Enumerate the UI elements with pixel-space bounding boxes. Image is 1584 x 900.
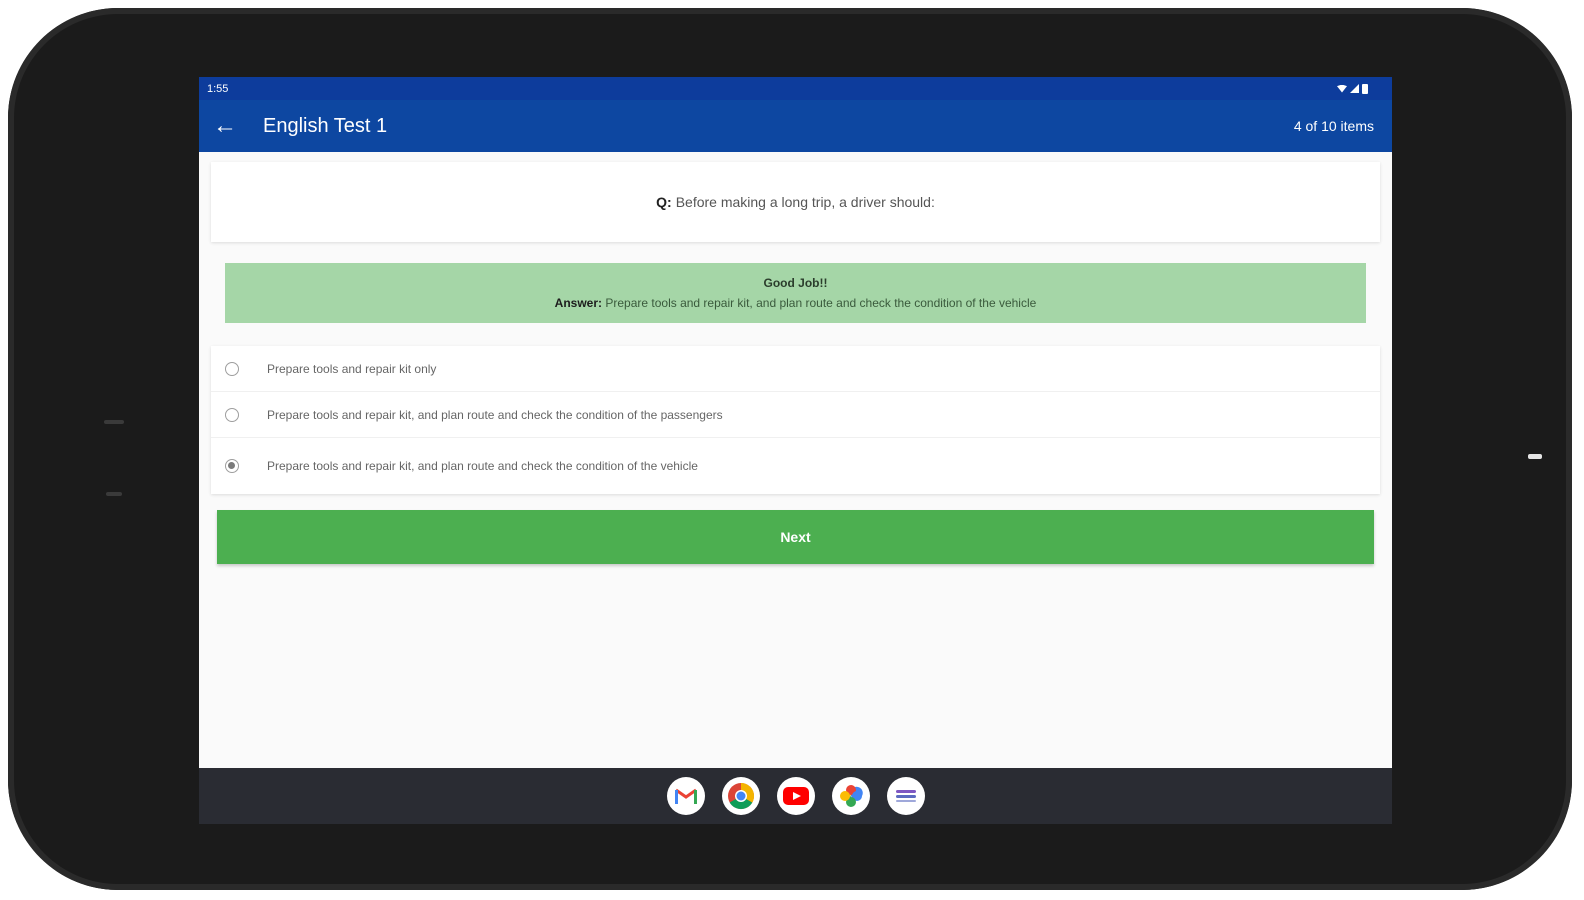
app-drawer-icon[interactable] (886, 777, 925, 815)
gmail-icon[interactable] (666, 777, 705, 815)
option-3[interactable]: Prepare tools and repair kit, and plan r… (211, 438, 1380, 494)
answer-text: Prepare tools and repair kit, and plan r… (605, 296, 1037, 310)
options-list: Prepare tools and repair kit only Prepar… (211, 346, 1380, 494)
back-button[interactable]: ← (199, 100, 251, 152)
page-title: English Test 1 (263, 114, 388, 137)
question-text: Before making a long trip, a driver shou… (675, 194, 935, 210)
app-dock (199, 768, 1392, 824)
volume-button (104, 420, 124, 424)
feedback-answer: Answer: Prepare tools and repair kit, an… (555, 296, 1037, 310)
feedback-heading: Good Job!! (763, 276, 828, 290)
item-counter: 4 of 10 items (1293, 118, 1374, 134)
volume-button (106, 492, 122, 496)
option-1[interactable]: Prepare tools and repair kit only (211, 346, 1380, 392)
option-2[interactable]: Prepare tools and repair kit, and plan r… (211, 392, 1380, 438)
app-bar: ← English Test 1 4 of 10 items (199, 100, 1392, 152)
option-label: Prepare tools and repair kit, and plan r… (267, 407, 723, 422)
option-label: Prepare tools and repair kit, and plan r… (267, 459, 698, 473)
signal-icon (1350, 84, 1359, 93)
next-button[interactable]: Next (217, 510, 1374, 564)
battery-icon (1362, 83, 1368, 94)
arrow-left-icon: ← (213, 112, 237, 139)
feedback-banner: Good Job!! Answer: Prepare tools and rep… (225, 263, 1366, 323)
question-prefix: Q: (656, 194, 672, 210)
power-button (1528, 454, 1542, 459)
radio-button[interactable] (225, 407, 239, 422)
answer-label: Answer: (554, 296, 603, 310)
radio-button[interactable] (225, 361, 239, 376)
option-label: Prepare tools and repair kit only (267, 361, 437, 376)
screen: 1:55 ← English Test 1 4 of 10 items Q: B… (199, 77, 1392, 824)
chrome-icon[interactable] (721, 777, 760, 815)
photos-icon[interactable] (831, 777, 870, 815)
status-icons (1337, 83, 1368, 94)
status-bar: 1:55 (199, 77, 1392, 100)
question-card: Q: Before making a long trip, a driver s… (211, 162, 1380, 242)
radio-button-selected[interactable] (225, 459, 239, 473)
wifi-icon (1337, 84, 1347, 93)
status-time: 1:55 (207, 82, 229, 95)
youtube-icon[interactable] (776, 777, 815, 815)
